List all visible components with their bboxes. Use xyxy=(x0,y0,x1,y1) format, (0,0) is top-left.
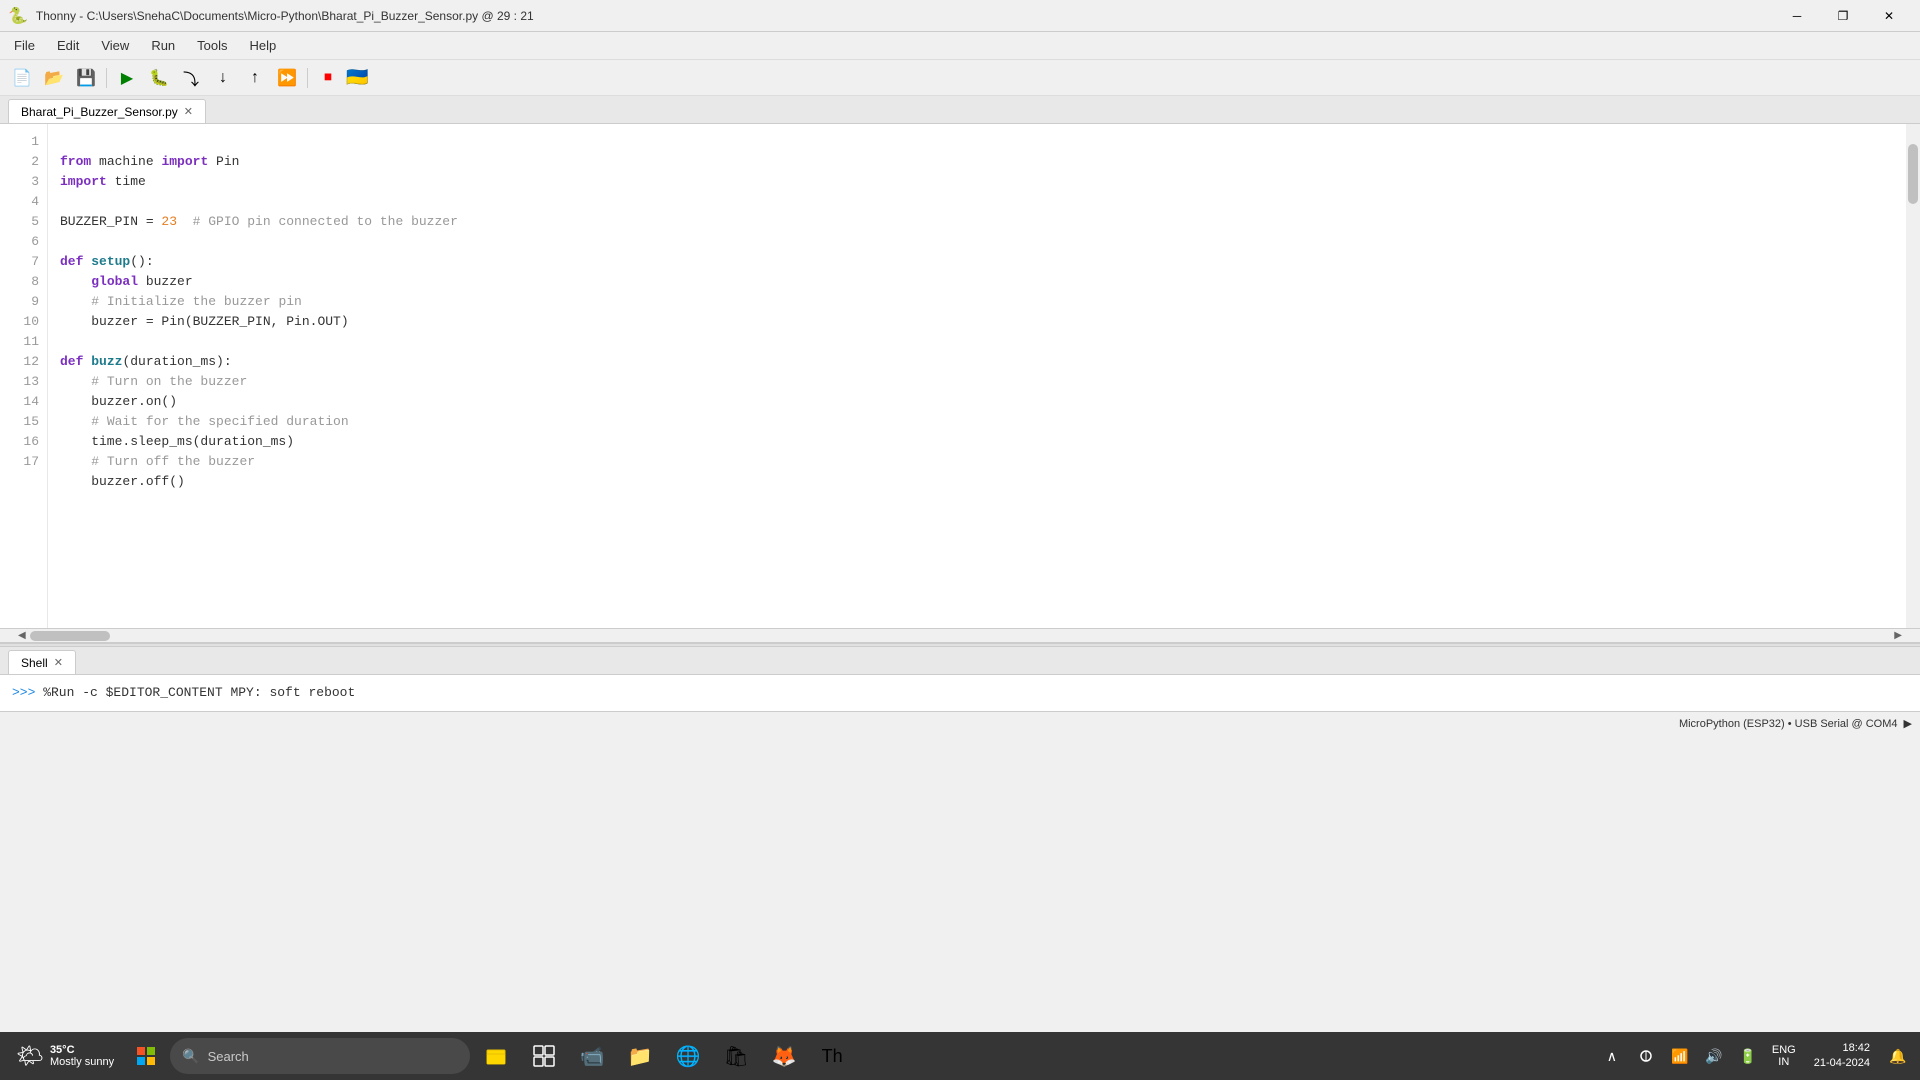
scrollbar-thumb[interactable] xyxy=(1908,144,1918,204)
save-file-button[interactable]: 💾 xyxy=(72,64,100,92)
taskbar-clock[interactable]: 18:42 21-04-2024 xyxy=(1806,1041,1878,1072)
system-tray: ∧ 📶 🔊 🔋 ENG IN 18:42 21-04-2024 🔔 xyxy=(1598,1041,1912,1072)
file-tab[interactable]: Bharat_Pi_Buzzer_Sensor.py ✕ xyxy=(8,99,206,123)
shell-tab-label: Shell xyxy=(21,656,48,670)
window-controls: ─ ❐ ✕ xyxy=(1774,0,1912,32)
clock-date: 21-04-2024 xyxy=(1814,1056,1870,1071)
maximize-button[interactable]: ❐ xyxy=(1820,0,1866,32)
vertical-scrollbar[interactable] xyxy=(1906,124,1920,628)
clock-time: 18:42 xyxy=(1842,1041,1870,1056)
lang-text: ENG xyxy=(1772,1044,1796,1056)
tray-volume-icon[interactable]: 🔊 xyxy=(1700,1042,1728,1070)
open-file-button[interactable]: 📂 xyxy=(40,64,68,92)
shell-panel: Shell ✕ >>> %Run -c $EDITOR_CONTENT MPY:… xyxy=(0,647,1920,711)
menu-help[interactable]: Help xyxy=(240,36,287,55)
taskbar-thonny-icon[interactable]: Th xyxy=(810,1034,854,1078)
search-icon: 🔍 xyxy=(182,1048,199,1065)
ukraine-flag: 🇺🇦 xyxy=(346,67,368,88)
taskbar-meet-icon[interactable]: 📹 xyxy=(570,1034,614,1078)
taskbar-search[interactable]: 🔍 Search xyxy=(170,1038,470,1074)
shell-tab-close[interactable]: ✕ xyxy=(54,656,63,669)
shell-content[interactable]: >>> %Run -c $EDITOR_CONTENT MPY: soft re… xyxy=(0,675,1920,711)
tray-network-activity-icon[interactable] xyxy=(1632,1042,1660,1070)
h-scrollbar-thumb[interactable] xyxy=(30,631,110,641)
close-button[interactable]: ✕ xyxy=(1866,0,1912,32)
step-over-button[interactable]: ⤵ xyxy=(177,64,205,92)
menu-file[interactable]: File xyxy=(4,36,45,55)
shell-tab-bar: Shell ✕ xyxy=(0,647,1920,675)
new-file-button[interactable]: 📄 xyxy=(8,64,36,92)
taskbar-explorer-icon[interactable]: 📁 xyxy=(618,1034,662,1078)
debug-button[interactable]: 🐛 xyxy=(145,64,173,92)
menu-bar: File Edit View Run Tools Help xyxy=(0,32,1920,60)
step-into-button[interactable]: ↓ xyxy=(209,64,237,92)
language-indicator[interactable]: ENG IN xyxy=(1768,1044,1800,1068)
line-numbers: 1 2 3 4 5 6 7 8 9 10 11 12 13 14 15 16 1… xyxy=(0,124,48,628)
taskbar-taskview-icon[interactable] xyxy=(522,1034,566,1078)
taskbar: 🌤 35°C Mostly sunny 🔍 Search xyxy=(0,1032,1920,1080)
code-editor[interactable]: from machine import Pin import time BUZZ… xyxy=(48,124,1906,628)
taskbar-weather[interactable]: 🌤 35°C Mostly sunny xyxy=(8,1043,122,1069)
connection-status: MicroPython (ESP32) • USB Serial @ COM4 xyxy=(1679,718,1898,730)
run-button[interactable]: ▶ xyxy=(113,64,141,92)
menu-tools[interactable]: Tools xyxy=(187,36,237,55)
shell-command: %Run -c $EDITOR_CONTENT xyxy=(35,685,222,700)
taskbar-browser-icon[interactable]: 🌐 xyxy=(666,1034,710,1078)
title-text: Thonny - C:\Users\SnehaC\Documents\Micro… xyxy=(36,9,1766,23)
weather-icon: 🌤 xyxy=(16,1043,44,1069)
notification-button[interactable]: 🔔 xyxy=(1884,1042,1912,1070)
start-button[interactable] xyxy=(126,1036,166,1076)
toolbar-separator-1 xyxy=(106,68,107,88)
scroll-left-icon[interactable]: ◀ xyxy=(14,630,30,641)
step-out-button[interactable]: ↑ xyxy=(241,64,269,92)
resume-button[interactable]: ⏩ xyxy=(273,64,301,92)
horizontal-scrollbar[interactable]: ◀ ▶ xyxy=(0,629,1920,643)
toolbar-separator-2 xyxy=(307,68,308,88)
taskbar-files-icon[interactable] xyxy=(474,1034,518,1078)
weather-temp: 35°C xyxy=(50,1044,114,1056)
menu-run[interactable]: Run xyxy=(141,36,185,55)
status-bar: MicroPython (ESP32) • USB Serial @ COM4 … xyxy=(0,711,1920,735)
tray-wifi-icon[interactable]: 📶 xyxy=(1666,1042,1694,1070)
tab-close-icon[interactable]: ✕ xyxy=(184,105,193,118)
shell-prompt: >>> xyxy=(12,685,35,700)
editor-tab-bar: Bharat_Pi_Buzzer_Sensor.py ✕ xyxy=(0,96,1920,124)
menu-edit[interactable]: Edit xyxy=(47,36,89,55)
app-icon: 🐍 xyxy=(8,6,28,26)
tray-battery-icon[interactable]: 🔋 xyxy=(1734,1042,1762,1070)
shell-output: MPY: soft reboot xyxy=(230,685,355,700)
lang2-text: IN xyxy=(1772,1056,1796,1068)
stop-button[interactable]: ⏹ xyxy=(314,64,342,92)
toolbar: 📄 📂 💾 ▶ 🐛 ⤵ ↓ ↑ ⏩ ⏹ 🇺🇦 xyxy=(0,60,1920,96)
tray-chevron-icon[interactable]: ∧ xyxy=(1598,1042,1626,1070)
minimize-button[interactable]: ─ xyxy=(1774,0,1820,32)
search-text: Search xyxy=(208,1049,249,1064)
tab-label: Bharat_Pi_Buzzer_Sensor.py xyxy=(21,105,178,119)
windows-icon xyxy=(137,1047,155,1065)
scroll-right-icon[interactable]: ▶ xyxy=(1890,630,1906,641)
taskbar-store-icon[interactable]: 🛍 xyxy=(714,1034,758,1078)
title-bar: 🐍 Thonny - C:\Users\SnehaC\Documents\Mic… xyxy=(0,0,1920,32)
menu-view[interactable]: View xyxy=(91,36,139,55)
weather-condition: Mostly sunny xyxy=(50,1056,114,1068)
editor-area: 1 2 3 4 5 6 7 8 9 10 11 12 13 14 15 16 1… xyxy=(0,124,1920,629)
status-arrow: ▶ xyxy=(1904,717,1912,730)
shell-tab[interactable]: Shell ✕ xyxy=(8,650,76,674)
taskbar-firefox-icon[interactable]: 🦊 xyxy=(762,1034,806,1078)
